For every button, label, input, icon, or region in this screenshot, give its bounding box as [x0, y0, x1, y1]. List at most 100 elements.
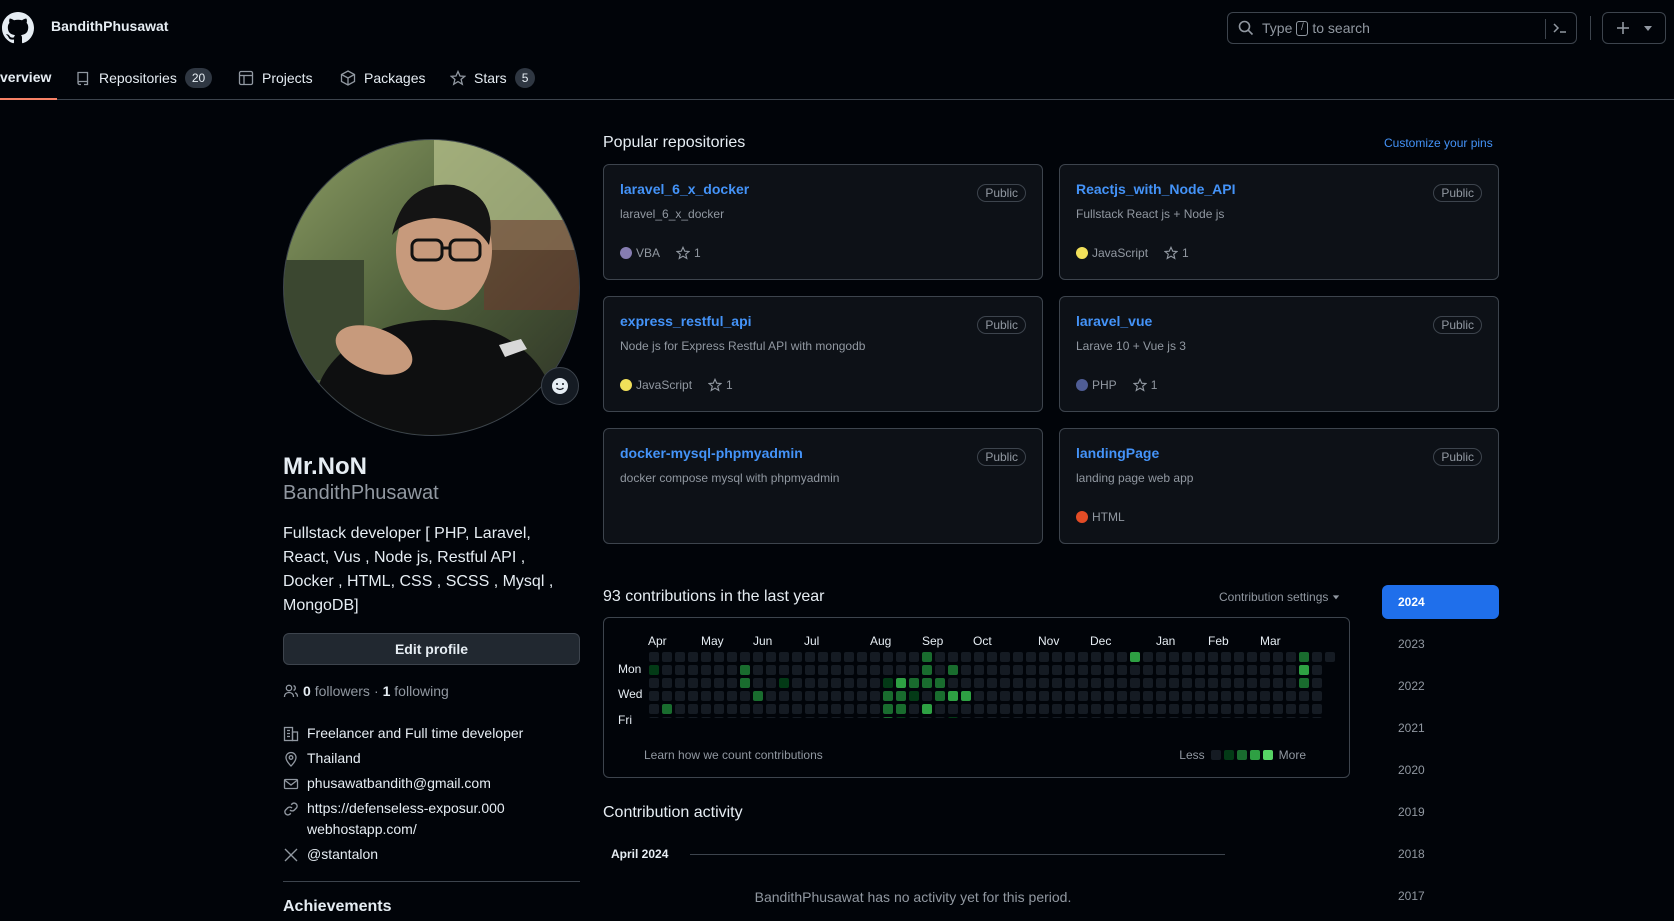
- customize-pins-link[interactable]: Customize your pins: [1384, 136, 1493, 150]
- contribution-cell[interactable]: [792, 691, 802, 701]
- contribution-cell[interactable]: [1091, 691, 1101, 701]
- contribution-cell[interactable]: [1221, 652, 1231, 662]
- contribution-cell[interactable]: [1299, 691, 1309, 701]
- contribution-cell[interactable]: [714, 717, 724, 718]
- contribution-cell[interactable]: [740, 678, 750, 688]
- contribution-cell[interactable]: [753, 652, 763, 662]
- year-link-2017[interactable]: 2017: [1382, 879, 1499, 913]
- repo-name-link[interactable]: express_restful_api: [620, 313, 752, 329]
- contribution-cell[interactable]: [1234, 691, 1244, 701]
- tab-stars[interactable]: Stars 5: [450, 56, 536, 100]
- contribution-cell[interactable]: [727, 691, 737, 701]
- contribution-cell[interactable]: [1091, 652, 1101, 662]
- contribution-cell[interactable]: [1039, 652, 1049, 662]
- repo-stars-link[interactable]: 1: [676, 246, 701, 260]
- contribution-cell[interactable]: [961, 704, 971, 714]
- contribution-cell[interactable]: [1026, 717, 1036, 718]
- contribution-cell[interactable]: [1260, 717, 1270, 718]
- contribution-cell[interactable]: [701, 665, 711, 675]
- contribution-cell[interactable]: [1195, 717, 1205, 718]
- contribution-cell[interactable]: [701, 691, 711, 701]
- contribution-cell[interactable]: [896, 691, 906, 701]
- contribution-cell[interactable]: [727, 652, 737, 662]
- contribution-cell[interactable]: [1117, 652, 1127, 662]
- contribution-cell[interactable]: [714, 678, 724, 688]
- contribution-cell[interactable]: [1221, 704, 1231, 714]
- contribution-cell[interactable]: [1143, 717, 1153, 718]
- email-link[interactable]: phusawatbandith@gmail.com: [307, 773, 491, 794]
- contribution-cell[interactable]: [1117, 691, 1127, 701]
- contribution-cell[interactable]: [1234, 704, 1244, 714]
- contribution-cell[interactable]: [818, 717, 828, 718]
- contribution-cell[interactable]: [649, 652, 659, 662]
- contribution-cell[interactable]: [818, 652, 828, 662]
- contribution-cell[interactable]: [1104, 652, 1114, 662]
- contribution-cell[interactable]: [1221, 678, 1231, 688]
- contribution-cell[interactable]: [948, 704, 958, 714]
- contribution-cell[interactable]: [1013, 717, 1023, 718]
- contribution-cell[interactable]: [675, 678, 685, 688]
- contribution-cell[interactable]: [1052, 691, 1062, 701]
- contribution-cell[interactable]: [909, 678, 919, 688]
- contribution-cell[interactable]: [1130, 678, 1140, 688]
- contribution-cell[interactable]: [649, 678, 659, 688]
- contribution-cell[interactable]: [649, 717, 659, 718]
- contribution-cell[interactable]: [727, 704, 737, 714]
- contribution-cell[interactable]: [662, 704, 672, 714]
- contribution-cell[interactable]: [1091, 704, 1101, 714]
- contribution-cell[interactable]: [1143, 691, 1153, 701]
- repo-stars-link[interactable]: 1: [708, 378, 733, 392]
- contribution-cell[interactable]: [688, 678, 698, 688]
- year-link-2024[interactable]: 2024: [1382, 585, 1499, 619]
- contribution-cell[interactable]: [688, 665, 698, 675]
- contribution-cell[interactable]: [1039, 717, 1049, 718]
- contribution-cell[interactable]: [1273, 652, 1283, 662]
- contribution-cell[interactable]: [662, 717, 672, 718]
- contribution-cell[interactable]: [1143, 678, 1153, 688]
- contribution-cell[interactable]: [987, 691, 997, 701]
- contribution-cell[interactable]: [844, 704, 854, 714]
- avatar[interactable]: [283, 139, 580, 436]
- contribution-cell[interactable]: [1156, 678, 1166, 688]
- contribution-cell[interactable]: [1013, 704, 1023, 714]
- contribution-cell[interactable]: [675, 665, 685, 675]
- contribution-cell[interactable]: [909, 704, 919, 714]
- contribution-cell[interactable]: [662, 678, 672, 688]
- contribution-cell[interactable]: [1182, 704, 1192, 714]
- contribution-cell[interactable]: [688, 691, 698, 701]
- contribution-cell[interactable]: [1182, 678, 1192, 688]
- contribution-cell[interactable]: [1286, 665, 1296, 675]
- contribution-cell[interactable]: [1013, 678, 1023, 688]
- contribution-cell[interactable]: [1000, 678, 1010, 688]
- contribution-cell[interactable]: [883, 665, 893, 675]
- contribution-cell[interactable]: [974, 678, 984, 688]
- year-link-2023[interactable]: 2023: [1382, 627, 1499, 661]
- contribution-cell[interactable]: [922, 665, 932, 675]
- contribution-cell[interactable]: [857, 652, 867, 662]
- contribution-cell[interactable]: [1273, 665, 1283, 675]
- contribution-cell[interactable]: [1117, 678, 1127, 688]
- repo-stars-link[interactable]: 1: [1164, 246, 1189, 260]
- contribution-cell[interactable]: [649, 691, 659, 701]
- website-link[interactable]: https://defenseless-exposur.000webhostap…: [307, 798, 507, 840]
- contribution-cell[interactable]: [805, 691, 815, 701]
- contribution-cell[interactable]: [1117, 704, 1127, 714]
- contribution-cell[interactable]: [935, 652, 945, 662]
- contribution-cell[interactable]: [818, 665, 828, 675]
- contribution-cell[interactable]: [987, 652, 997, 662]
- contribution-cell[interactable]: [1182, 652, 1192, 662]
- contribution-cell[interactable]: [896, 678, 906, 688]
- repo-name-link[interactable]: laravel_6_x_docker: [620, 181, 749, 197]
- contribution-cell[interactable]: [727, 678, 737, 688]
- contribution-cell[interactable]: [1182, 691, 1192, 701]
- contribution-cell[interactable]: [662, 665, 672, 675]
- contribution-cell[interactable]: [714, 665, 724, 675]
- contribution-cell[interactable]: [831, 717, 841, 718]
- contribution-cell[interactable]: [779, 665, 789, 675]
- contribution-cell[interactable]: [805, 704, 815, 714]
- contribution-cell[interactable]: [727, 665, 737, 675]
- contribution-cell[interactable]: [870, 691, 880, 701]
- contribution-cell[interactable]: [1286, 704, 1296, 714]
- contribution-cell[interactable]: [1013, 652, 1023, 662]
- contribution-cell[interactable]: [675, 691, 685, 701]
